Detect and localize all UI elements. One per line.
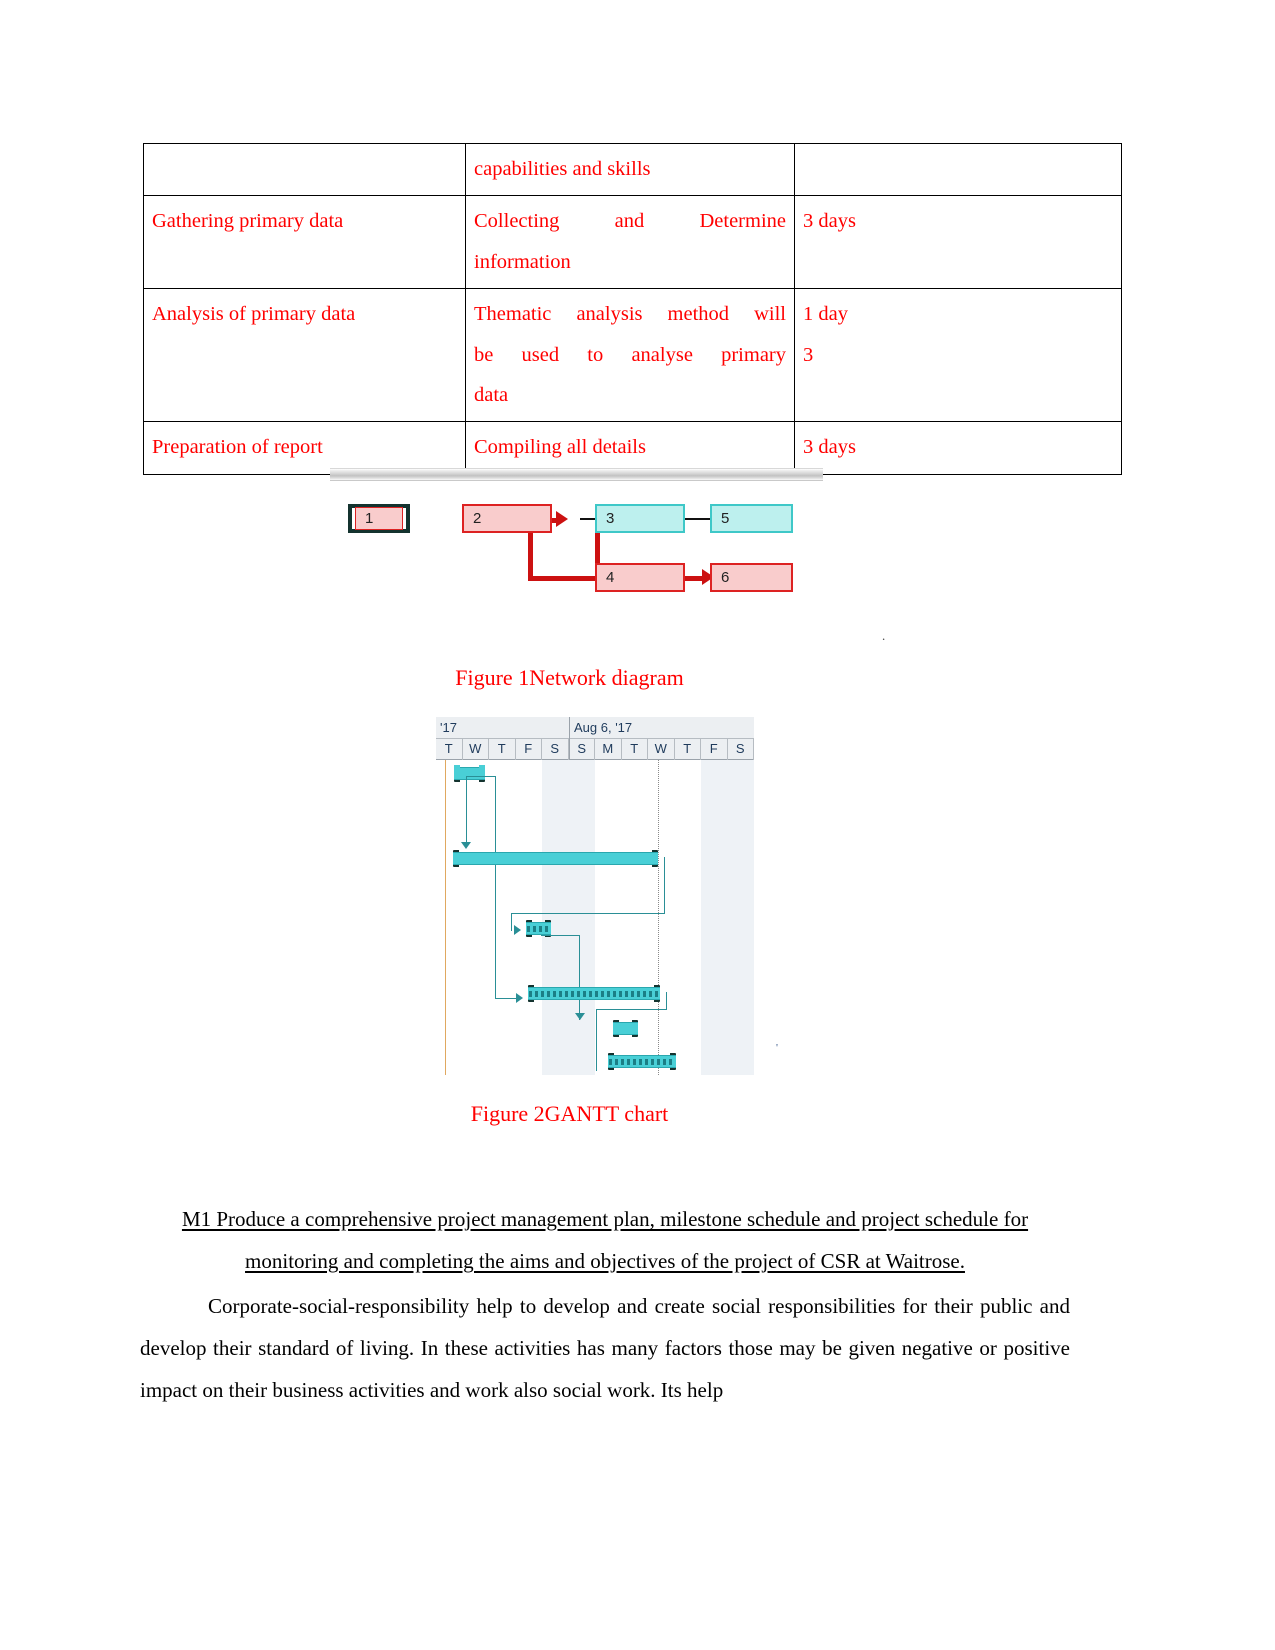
cell-description: Compiling all details bbox=[465, 421, 795, 475]
network-node-5[interactable]: 5 bbox=[710, 504, 793, 533]
gantt-period-header: '17 Aug 6, '17 bbox=[436, 717, 754, 739]
task-bar-1-notch-right bbox=[479, 765, 485, 772]
gantt-period-label: '17 bbox=[440, 720, 457, 735]
gantt-day-header: T W T F S S M T W T F S bbox=[436, 739, 754, 760]
gantt-link-2-3-v bbox=[664, 857, 665, 914]
weekend-band bbox=[727, 760, 754, 1075]
network-node-2[interactable]: 2 bbox=[462, 504, 552, 533]
weekend-band bbox=[568, 760, 595, 1075]
gantt-link-5-6-v bbox=[596, 1009, 597, 1071]
network-node-4[interactable]: 4 bbox=[595, 563, 685, 592]
network-node-3[interactable]: 3 bbox=[595, 504, 685, 533]
gantt-link-1-2-arrow bbox=[461, 842, 471, 849]
gantt-day-cell: S bbox=[568, 739, 595, 760]
network-diagram: 1 2 3 5 4 6 bbox=[330, 468, 830, 603]
gantt-link-3-5-h bbox=[541, 935, 580, 936]
gantt-day-cell: W bbox=[463, 739, 489, 760]
weekend-band bbox=[542, 760, 569, 1075]
stray-dot-mark: . bbox=[882, 628, 886, 643]
paragraph-1: Corporate-social-responsibility help to … bbox=[140, 1294, 1070, 1402]
document-page: capabilities and skills Gathering primar… bbox=[0, 0, 1275, 1650]
cell-description-line: Collecting and Determine bbox=[474, 210, 786, 233]
figure-2-caption: Figure 2GANTT chart bbox=[470, 1101, 669, 1126]
task-bar-4[interactable] bbox=[528, 987, 660, 1000]
gantt-link-3-4-arrow bbox=[516, 993, 523, 1003]
cell-task: Gathering primary data bbox=[143, 195, 466, 290]
gantt-day-cell: T bbox=[489, 739, 516, 760]
gantt-link-2-3-h bbox=[511, 913, 665, 914]
cell-duration: 1 day 3 bbox=[794, 288, 1122, 423]
gantt-link-1-2 bbox=[466, 776, 467, 844]
gantt-day-cell: M bbox=[595, 739, 622, 760]
gantt-link-4-5-v bbox=[666, 992, 667, 1010]
task-table-container: capabilities and skills Gathering primar… bbox=[143, 142, 1122, 475]
cell-task: Preparation of report bbox=[143, 421, 466, 475]
gantt-day-cell: S bbox=[728, 739, 754, 760]
gantt-link-4-5-h bbox=[596, 1009, 667, 1010]
node-label: 5 bbox=[721, 510, 730, 527]
task-table: capabilities and skills Gathering primar… bbox=[143, 142, 1122, 475]
cell-description-line: data bbox=[474, 383, 509, 406]
cell-description-line: be used to analyse primary bbox=[474, 343, 786, 366]
table-row: Gathering primary data Collecting and De… bbox=[143, 195, 1122, 290]
gantt-link-4-5-arrow bbox=[575, 1013, 585, 1020]
link-1-4-horizontal bbox=[528, 576, 601, 581]
node-label: 1 bbox=[365, 510, 374, 527]
gantt-day-cell: S bbox=[542, 739, 569, 760]
status-line bbox=[658, 760, 659, 1075]
gantt-link-2-3-arrow bbox=[514, 925, 521, 935]
task-bar-3[interactable] bbox=[526, 922, 551, 935]
node-label: 6 bbox=[721, 569, 730, 586]
task-bar-1-notch-left bbox=[454, 765, 460, 772]
cell-duration-line: 3 bbox=[803, 343, 814, 366]
gantt-link-2-3-v2 bbox=[511, 913, 512, 931]
cell-duration: 3 days bbox=[794, 421, 1122, 475]
cell-description: capabilities and skills bbox=[465, 142, 795, 197]
table-row: Analysis of primary data Thematic analys… bbox=[143, 288, 1122, 423]
cell-description: Thematic analysis method will be used to… bbox=[465, 288, 795, 423]
cell-description: Collecting and Determine information bbox=[465, 195, 795, 290]
horizontal-scrollbar[interactable] bbox=[330, 468, 823, 481]
gantt-day-cell: F bbox=[701, 739, 728, 760]
gantt-day-cell: F bbox=[516, 739, 542, 760]
gantt-day-cell: W bbox=[648, 739, 675, 760]
cell-description-line: Thematic analysis method will bbox=[474, 303, 786, 326]
gantt-body bbox=[436, 760, 754, 1075]
network-node-6[interactable]: 6 bbox=[710, 563, 793, 592]
gantt-stray-dot: ' bbox=[776, 1042, 778, 1054]
task-bar-6[interactable] bbox=[608, 1055, 676, 1068]
node-label: 3 bbox=[606, 510, 615, 527]
table-row: Preparation of report Compiling all deta… bbox=[143, 421, 1122, 475]
gantt-day-cell: T bbox=[436, 739, 463, 760]
link-1-2-arrowhead bbox=[556, 511, 568, 527]
node-label: 4 bbox=[606, 569, 615, 586]
cell-task bbox=[143, 142, 466, 197]
node-label: 2 bbox=[473, 510, 482, 527]
task-bar-2[interactable] bbox=[453, 852, 658, 865]
task-bar-5[interactable] bbox=[613, 1022, 638, 1035]
cell-duration bbox=[794, 142, 1122, 197]
network-node-1[interactable]: 1 bbox=[355, 507, 403, 530]
gantt-link-3-5-v bbox=[579, 935, 580, 1020]
gantt-day-cell: T bbox=[622, 739, 648, 760]
figure-1-caption: Figure 1Network diagram bbox=[455, 665, 684, 690]
cell-task: Analysis of primary data bbox=[143, 288, 466, 423]
weekend-band bbox=[701, 760, 728, 1075]
gantt-chart: '17 Aug 6, '17 T W T F S S M T W T F S bbox=[436, 717, 754, 1075]
heading-m1: M1 Produce a comprehensive project manag… bbox=[181, 1207, 1029, 1273]
gantt-day-cell: T bbox=[675, 739, 701, 760]
cell-description-line: information bbox=[474, 250, 571, 273]
gantt-link-1-3-v bbox=[495, 776, 496, 998]
table-row: capabilities and skills bbox=[143, 142, 1122, 197]
gantt-period-label: Aug 6, '17 bbox=[569, 717, 754, 739]
cell-duration-line: 1 day bbox=[803, 303, 848, 326]
cell-duration: 3 days bbox=[794, 195, 1122, 290]
today-line bbox=[445, 760, 446, 1075]
gantt-link-1-3-h bbox=[466, 776, 496, 777]
